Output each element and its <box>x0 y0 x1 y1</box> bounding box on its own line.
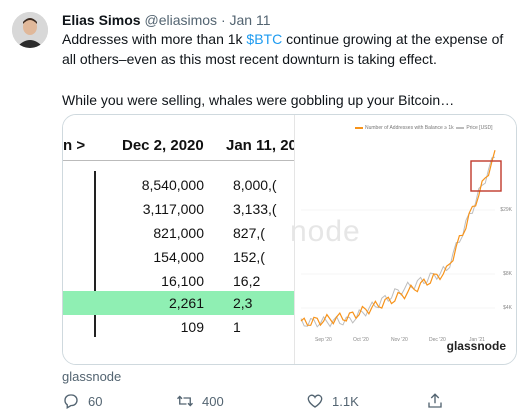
table-cell: 154,000 <box>153 249 204 265</box>
x-tick-label: Dec '20 <box>429 337 446 343</box>
tweet-header: Elias Simos @eliasimos · Jan 11 <box>62 11 271 29</box>
glassnode-logo-text: glassnode <box>446 339 506 353</box>
y-tick-label: $4K <box>503 305 512 311</box>
table-row: 3,117,000 3,133,( <box>63 197 294 221</box>
separator-dot: · <box>220 12 226 28</box>
table-header-jan: Jan 11, 20 <box>226 137 297 154</box>
reply-count: 60 <box>88 393 103 409</box>
like-count: 1.1K <box>332 393 359 409</box>
table-row: 109 1 <box>63 315 294 339</box>
author-handle[interactable]: @eliasimos <box>144 12 217 28</box>
share-icon <box>428 393 442 408</box>
reply-icon <box>64 394 78 409</box>
table-row: 154,000 152,( <box>63 245 294 269</box>
tweet-paragraph-1: Addresses with more than 1k $BTC continu… <box>62 29 517 69</box>
tweet-text-before: Addresses with more than 1k <box>62 31 247 47</box>
table-cell: 3,117,000 <box>142 201 204 217</box>
series-price-line <box>300 156 496 328</box>
avatar[interactable] <box>12 12 48 48</box>
highlight-box <box>470 160 502 192</box>
table-row-highlighted: 2,261 2,3 <box>63 291 294 315</box>
table-cell: 3,133,( <box>233 201 277 217</box>
series-addresses-line <box>300 150 496 327</box>
table-row: 8,540,000 8,000,( <box>63 173 294 197</box>
cashtag-link[interactable]: $BTC <box>246 31 282 47</box>
tweet-paragraph-2: While you were selling, whales were gobb… <box>62 92 455 108</box>
tweet-text: Addresses with more than 1k $BTC continu… <box>62 29 517 110</box>
table-cell: 821,000 <box>153 225 204 241</box>
tweet-media[interactable]: n > Dec 2, 2020 Jan 11, 20 8,540,000 8,00… <box>62 114 517 365</box>
tweet-actions: 60 400 1.1K <box>62 392 482 412</box>
table-divider <box>63 160 294 161</box>
x-tick-label: Oct '20 <box>353 337 369 343</box>
like-button[interactable]: 1.1K <box>306 392 359 410</box>
table-cell: 8,540,000 <box>141 177 204 193</box>
table-header-arrow: n > <box>63 137 86 154</box>
chart-plot <box>300 150 502 328</box>
table-header-dec: Dec 2, 2020 <box>122 137 204 154</box>
table-cell: 2,261 <box>168 295 204 311</box>
table-row: 16,100 16,2 <box>63 269 294 293</box>
x-tick-label: Sep '20 <box>315 337 332 343</box>
x-tick-label: Nov '20 <box>391 337 408 343</box>
table-cell: 16,100 <box>161 273 204 289</box>
glassnode-chart-image: Number of Addresses with Balance ≥ 1k Pr… <box>290 115 516 364</box>
address-table-image: n > Dec 2, 2020 Jan 11, 20 8,540,000 8,00… <box>63 115 297 364</box>
table-cell: 109 <box>180 319 204 335</box>
author-name[interactable]: Elias Simos <box>62 12 141 28</box>
retweet-icon <box>177 395 193 407</box>
retweet-count: 400 <box>202 393 224 409</box>
share-button[interactable] <box>426 392 452 410</box>
table-cell: 152,( <box>233 249 265 265</box>
y-tick-label: $29K <box>500 207 512 213</box>
y-tick-label: $8K <box>503 271 512 277</box>
table-cell: 16,2 <box>233 273 261 289</box>
table-cell: 2,3 <box>233 295 253 311</box>
retweet-button[interactable]: 400 <box>176 392 224 410</box>
table-cell: 1 <box>233 319 241 335</box>
reply-button[interactable]: 60 <box>62 392 102 410</box>
media-source-label[interactable]: glassnode <box>62 369 121 384</box>
table-cell: 8,000,( <box>233 177 277 193</box>
table-row: 821,000 827,( <box>63 221 294 245</box>
table-cell: 827,( <box>233 225 265 241</box>
heart-icon <box>307 394 323 408</box>
tweet-date[interactable]: Jan 11 <box>230 12 271 28</box>
